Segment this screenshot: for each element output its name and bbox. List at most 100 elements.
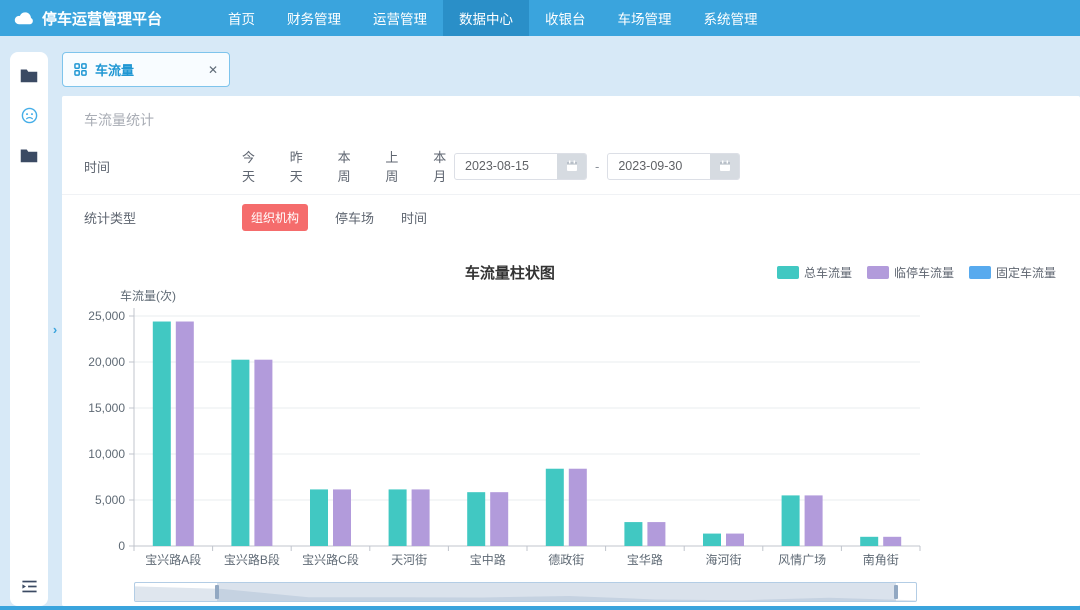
- date-range-picker: -: [454, 153, 740, 180]
- datazoom-selection[interactable]: [217, 583, 896, 601]
- bar-总车流量[interactable]: [467, 492, 485, 546]
- tab-traffic-flow[interactable]: 车流量 ✕: [62, 52, 230, 87]
- bottom-strip: [0, 606, 1080, 610]
- x-category-label: 风情广场: [778, 553, 826, 567]
- nav-item[interactable]: 财务管理: [271, 0, 357, 36]
- bar-临停车流量[interactable]: [254, 360, 272, 546]
- bar-临停车流量[interactable]: [647, 522, 665, 546]
- x-category-label: 天河街: [391, 553, 427, 567]
- main-area: › 车流量 ✕ 车流量统计 时间 今天昨天本周上周本月: [0, 36, 1080, 606]
- end-date-field: [607, 153, 740, 180]
- legend-item[interactable]: 固定车流量: [969, 264, 1056, 281]
- bar-临停车流量[interactable]: [883, 537, 901, 546]
- quick-range-link[interactable]: 本月: [433, 147, 454, 185]
- legend-label: 临停车流量: [894, 264, 954, 281]
- legend-swatch: [777, 266, 799, 279]
- app-logo: 停车运营管理平台: [0, 0, 200, 36]
- x-category-label: 宝华路: [627, 552, 663, 567]
- x-category-label: 宝兴路C段: [302, 552, 359, 567]
- x-category-label: 宝兴路B段: [224, 552, 280, 567]
- quick-range-link[interactable]: 本周: [338, 147, 359, 185]
- bar-临停车流量[interactable]: [412, 489, 430, 546]
- bar-临停车流量[interactable]: [805, 495, 823, 546]
- close-icon[interactable]: ✕: [208, 63, 218, 77]
- quick-range-link[interactable]: 上周: [385, 147, 406, 185]
- y-axis-name: 车流量(次): [120, 288, 176, 303]
- nav-item[interactable]: 运营管理: [357, 0, 443, 36]
- time-filter-row: 时间 今天昨天本周上周本月: [62, 138, 1080, 194]
- stat-type-option[interactable]: 组织机构: [242, 204, 308, 231]
- bar-总车流量[interactable]: [231, 360, 249, 546]
- stat-type-option[interactable]: 时间: [401, 208, 427, 227]
- face-icon[interactable]: [21, 107, 38, 124]
- calendar-button[interactable]: [710, 154, 739, 179]
- bar-临停车流量[interactable]: [176, 322, 194, 546]
- bar-总车流量[interactable]: [389, 489, 407, 546]
- stat-type-option[interactable]: 停车场: [335, 208, 374, 227]
- x-category-label: 海河街: [705, 552, 741, 567]
- bar-总车流量[interactable]: [153, 322, 171, 546]
- tab-bar: 车流量 ✕: [62, 52, 1080, 88]
- calendar-icon: [566, 160, 578, 172]
- y-tick-label: 25,000: [88, 309, 125, 323]
- icon-sidebar: [10, 52, 48, 606]
- bar-临停车流量[interactable]: [333, 489, 351, 546]
- bar-临停车流量[interactable]: [726, 534, 744, 546]
- bar-总车流量[interactable]: [782, 495, 800, 546]
- bar-临停车流量[interactable]: [569, 469, 587, 546]
- app: 停车运营管理平台 首页财务管理运营管理数据中心收银台车场管理系统管理: [0, 0, 1080, 610]
- y-tick-label: 0: [118, 539, 125, 553]
- y-tick-label: 15,000: [88, 401, 125, 415]
- datazoom-handle-left[interactable]: [215, 585, 219, 599]
- nav-item[interactable]: 车场管理: [602, 0, 688, 36]
- y-tick-label: 10,000: [88, 447, 125, 461]
- grid-icon: [74, 63, 87, 76]
- tab-label: 车流量: [95, 60, 200, 79]
- nav-item[interactable]: 首页: [212, 0, 271, 36]
- x-category-label: 南角街: [863, 552, 899, 567]
- bar-总车流量[interactable]: [310, 489, 328, 546]
- x-category-label: 德政街: [548, 552, 584, 567]
- x-category-label: 宝兴路A段: [145, 552, 201, 567]
- end-date-input[interactable]: [608, 154, 710, 179]
- quick-range-link[interactable]: 昨天: [290, 147, 311, 185]
- nav-item[interactable]: 收银台: [529, 0, 602, 36]
- time-label: 时间: [84, 157, 242, 176]
- nav-item[interactable]: 系统管理: [688, 0, 774, 36]
- sidebar-expand-handle[interactable]: ›: [48, 52, 62, 606]
- chart-legend: 总车流量 临停车流量 固定车流量: [777, 264, 1056, 281]
- stat-type-label: 统计类型: [84, 208, 242, 227]
- chart-title: 车流量柱状图: [465, 262, 555, 283]
- bar-总车流量[interactable]: [546, 469, 564, 546]
- legend-label: 固定车流量: [996, 264, 1056, 281]
- top-navbar: 停车运营管理平台 首页财务管理运营管理数据中心收银台车场管理系统管理: [0, 0, 1080, 36]
- bar-chart: 05,00010,00015,00020,00025,000车流量(次)宝兴路A…: [72, 288, 1080, 574]
- datazoom-track[interactable]: [134, 582, 917, 602]
- bar-总车流量[interactable]: [624, 522, 642, 546]
- folder-icon[interactable]: [20, 148, 38, 163]
- bar-总车流量[interactable]: [703, 534, 721, 546]
- bar-临停车流量[interactable]: [490, 492, 508, 546]
- chart-header: 车流量柱状图 总车流量 临停车流量 固定车流量: [62, 262, 1080, 284]
- bar-总车流量[interactable]: [860, 537, 878, 546]
- quick-range-link[interactable]: 今天: [242, 147, 263, 185]
- cloud-icon: [14, 11, 34, 25]
- start-date-input[interactable]: [455, 154, 557, 179]
- menu-collapse-icon[interactable]: [21, 579, 38, 594]
- chevron-right-icon: ›: [53, 322, 57, 337]
- legend-item[interactable]: 临停车流量: [867, 264, 954, 281]
- start-date-field: [454, 153, 587, 180]
- quick-range-links: 今天昨天本周上周本月: [242, 147, 454, 185]
- nav-item[interactable]: 数据中心: [443, 0, 529, 36]
- folder-icon[interactable]: [20, 68, 38, 83]
- range-separator: -: [595, 159, 599, 174]
- stat-type-options: 组织机构 停车场 时间: [242, 204, 427, 231]
- legend-item[interactable]: 总车流量: [777, 264, 852, 281]
- content: 车流量 ✕ 车流量统计 时间 今天昨天本周上周本月: [62, 52, 1080, 606]
- x-category-label: 宝中路: [470, 552, 506, 567]
- stat-type-row: 统计类型 组织机构 停车场 时间: [62, 195, 1080, 240]
- calendar-button[interactable]: [557, 154, 586, 179]
- datazoom-handle-right[interactable]: [894, 585, 898, 599]
- y-tick-label: 20,000: [88, 355, 125, 369]
- main-nav: 首页财务管理运营管理数据中心收银台车场管理系统管理: [212, 0, 774, 36]
